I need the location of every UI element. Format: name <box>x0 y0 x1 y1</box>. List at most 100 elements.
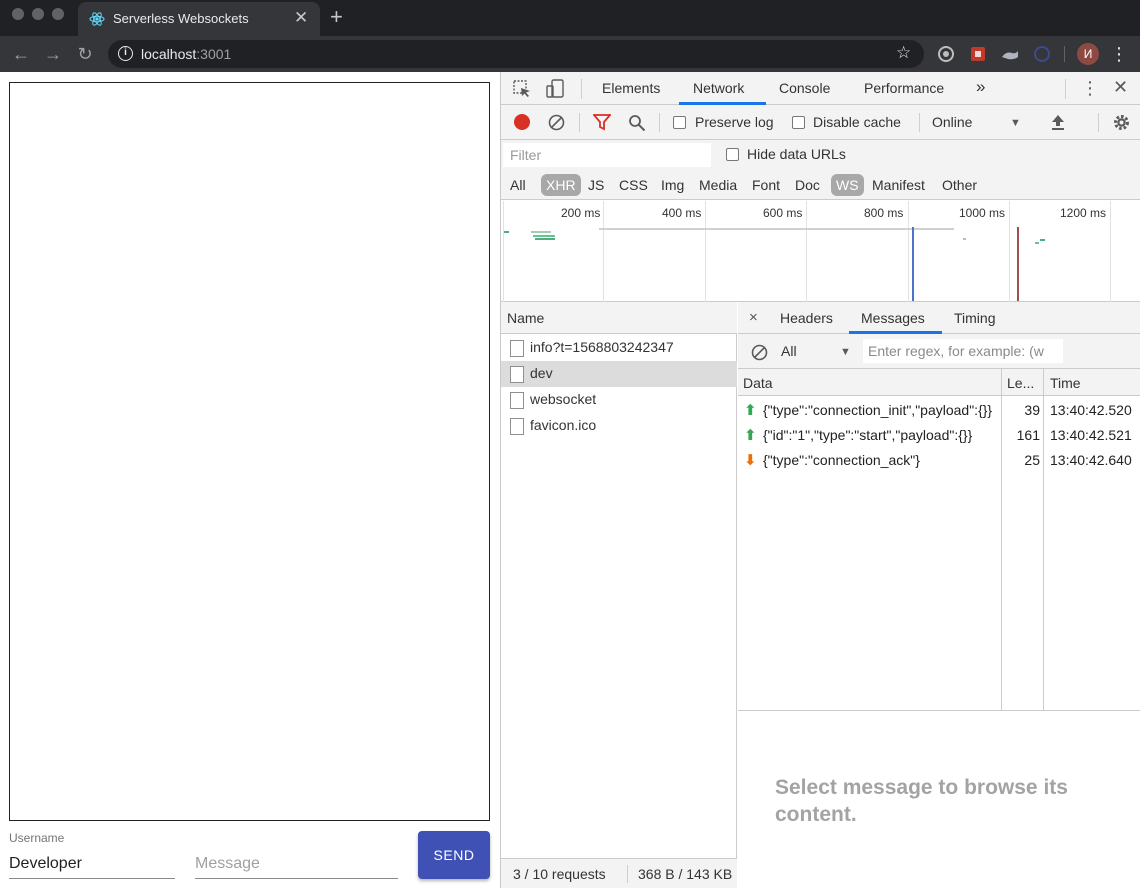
star-icon[interactable]: ☆ <box>896 43 911 63</box>
extension-circle-icon[interactable] <box>1032 44 1052 64</box>
regex-filter-input[interactable] <box>863 339 1063 363</box>
toolbar-divider <box>919 113 920 132</box>
send-button[interactable]: SEND <box>418 831 490 879</box>
extension-puzzle-icon[interactable] <box>968 44 988 64</box>
settings-gear-icon[interactable] <box>1112 113 1131 132</box>
time-column-header[interactable]: Time <box>1050 375 1081 391</box>
reload-icon[interactable]: ↻ <box>74 43 96 65</box>
messages-table: Data Le... Time ⬆ {"type":"connection_in… <box>738 369 1140 710</box>
kebab-menu-icon[interactable]: ⋮ <box>1110 43 1128 65</box>
tab-timing[interactable]: Timing <box>954 310 996 326</box>
document-icon <box>510 366 524 383</box>
close-devtools-icon[interactable]: ✕ <box>1113 78 1128 96</box>
address-bar[interactable]: i localhost:3001 ☆ <box>108 40 924 68</box>
browser-tab[interactable]: Serverless Websockets ✕ <box>78 2 320 36</box>
message-row[interactable]: ⬆ {"type":"connection_init","payload":{}… <box>738 398 1140 423</box>
transfer-size: 368 B / 143 KB <box>638 866 733 882</box>
url-host: localhost <box>141 46 197 62</box>
network-overview-timeline[interactable]: 200 ms 400 ms 600 ms 800 ms 1000 ms 1200… <box>501 201 1140 302</box>
type-filter-img[interactable]: Img <box>659 174 686 196</box>
minimize-window-button[interactable] <box>32 8 44 20</box>
browser-toolbar: ← → ↻ i localhost:3001 ☆ И ⋮ <box>0 36 1140 72</box>
extension-whale-icon[interactable] <box>1000 44 1020 64</box>
message-data: {"type":"connection_ack"} <box>763 452 920 468</box>
length-column-header[interactable]: Le... <box>1007 375 1034 391</box>
forward-arrow-icon[interactable]: → <box>42 43 64 65</box>
tab-elements[interactable]: Elements <box>602 80 660 96</box>
device-toolbar-icon[interactable] <box>545 79 565 99</box>
received-arrow-icon: ⬇ <box>744 452 757 469</box>
tab-close-icon[interactable]: ✕ <box>294 8 308 28</box>
sent-arrow-icon: ⬆ <box>744 402 757 419</box>
devtools-tabbar: Elements Network Console Performance » ⋮… <box>501 72 1140 105</box>
document-icon <box>510 340 524 357</box>
request-row[interactable]: dev <box>501 361 737 387</box>
hide-data-urls-checkbox[interactable] <box>726 148 739 161</box>
type-filter-ws[interactable]: WS <box>831 174 864 196</box>
type-filter-font[interactable]: Font <box>750 174 782 196</box>
request-detail-pane: × Headers Messages Timing All ▼ Data Le.… <box>738 302 1140 888</box>
tab-headers[interactable]: Headers <box>780 310 833 326</box>
message-row[interactable]: ⬇ {"type":"connection_ack"} 25 13:40:42.… <box>738 448 1140 473</box>
type-filter-xhr[interactable]: XHR <box>541 174 581 196</box>
username-label: Username <box>9 831 65 845</box>
network-filterbar: Hide data URLs All XHR JS CSS Img Media … <box>501 140 1140 200</box>
close-detail-icon[interactable]: × <box>749 309 758 326</box>
devtools-menu-icon[interactable]: ⋮ <box>1081 79 1099 97</box>
tab-messages[interactable]: Messages <box>861 310 925 326</box>
message-row[interactable]: ⬆ {"id":"1","type":"start","payload":{}}… <box>738 423 1140 448</box>
request-name: favicon.ico <box>530 417 597 433</box>
throttling-select[interactable]: Online <box>932 114 972 130</box>
type-filter-manifest[interactable]: Manifest <box>870 174 927 196</box>
type-filter-doc[interactable]: Doc <box>793 174 822 196</box>
empty-message-hint: Select message to browse its content. <box>775 776 1068 826</box>
throttling-dropdown-icon[interactable]: ▼ <box>1010 114 1021 132</box>
more-tabs-icon[interactable]: » <box>976 77 985 97</box>
request-row[interactable]: websocket <box>501 387 737 413</box>
search-icon[interactable] <box>628 114 646 132</box>
close-window-button[interactable] <box>12 8 24 20</box>
tab-performance[interactable]: Performance <box>864 80 944 96</box>
message-type-dropdown-icon[interactable]: ▼ <box>840 343 851 361</box>
message-time: 13:40:42.640 <box>1050 452 1132 468</box>
request-row[interactable]: info?t=1568803242347 <box>501 335 737 361</box>
clear-icon[interactable] <box>548 114 565 131</box>
disable-cache-checkbox[interactable] <box>792 116 805 129</box>
type-filter-other[interactable]: Other <box>940 174 979 196</box>
toolbar-divider <box>659 113 660 132</box>
type-filter-js[interactable]: JS <box>586 174 606 196</box>
info-icon[interactable]: i <box>118 46 133 61</box>
message-time: 13:40:42.520 <box>1050 402 1132 418</box>
extension-target-icon[interactable] <box>936 44 956 64</box>
zoom-window-button[interactable] <box>52 8 64 20</box>
back-arrow-icon[interactable]: ← <box>10 43 32 65</box>
tab-network[interactable]: Network <box>693 80 744 96</box>
preserve-log-label: Preserve log <box>695 114 774 130</box>
timeline-request-bars <box>504 227 1045 301</box>
message-input[interactable] <box>195 850 398 879</box>
preserve-log-checkbox[interactable] <box>673 116 686 129</box>
data-column-header[interactable]: Data <box>743 375 773 391</box>
filter-input[interactable] <box>503 143 711 167</box>
request-row[interactable]: favicon.ico <box>501 413 737 439</box>
profile-avatar[interactable]: И <box>1077 43 1099 65</box>
new-tab-button[interactable]: + <box>330 5 343 29</box>
request-count: 3 / 10 requests <box>513 866 606 882</box>
tab-console[interactable]: Console <box>779 80 830 96</box>
tab-title: Serverless Websockets <box>113 11 249 26</box>
filter-icon[interactable] <box>593 114 611 131</box>
import-har-icon[interactable] <box>1050 114 1066 131</box>
username-input[interactable] <box>9 850 175 879</box>
message-length: 39 <box>1024 402 1040 418</box>
request-name: info?t=1568803242347 <box>530 339 674 355</box>
message-type-select[interactable]: All <box>781 343 797 359</box>
type-filter-media[interactable]: Media <box>697 174 739 196</box>
inspect-element-icon[interactable] <box>512 79 532 99</box>
react-logo-icon <box>89 12 105 26</box>
type-filter-all[interactable]: All <box>508 174 528 196</box>
message-length: 161 <box>1016 427 1040 443</box>
name-column-header[interactable]: Name <box>501 302 737 334</box>
clear-messages-icon[interactable] <box>751 344 768 361</box>
type-filter-css[interactable]: CSS <box>617 174 650 196</box>
record-icon[interactable] <box>514 114 530 130</box>
